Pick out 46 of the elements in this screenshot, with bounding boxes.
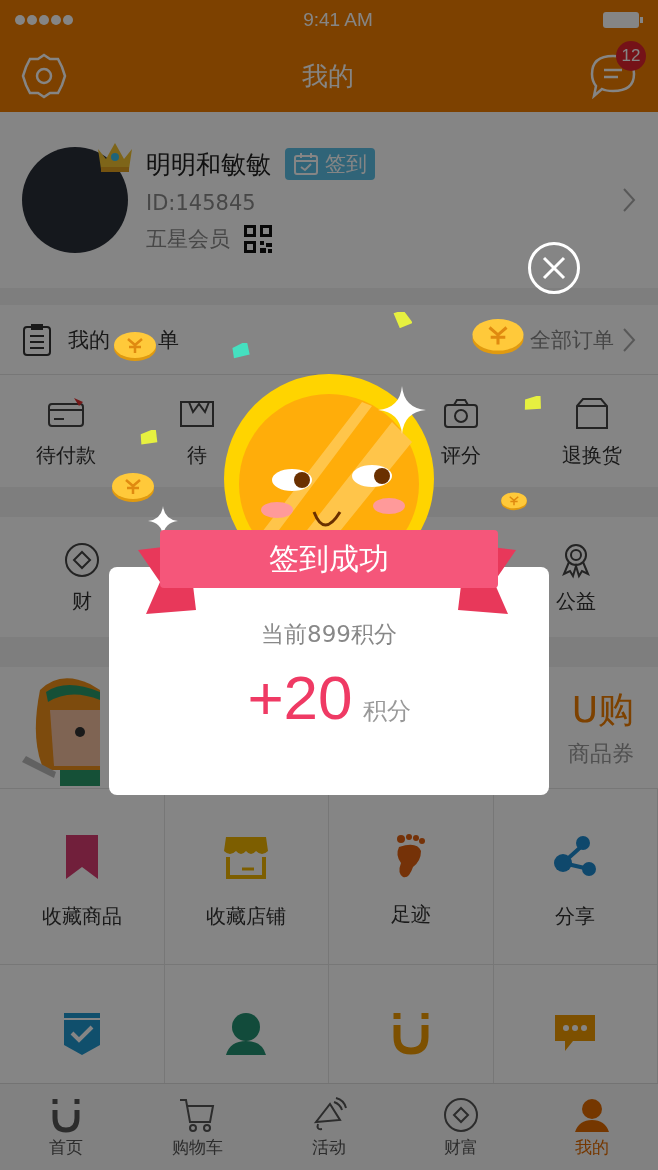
tab-bar-item[interactable]: 财富	[394, 1084, 527, 1170]
confetti-icon	[232, 343, 252, 359]
tile-label: 收藏商品	[41, 903, 122, 930]
tile-label: 足迹	[390, 901, 431, 928]
chevron-right-icon[interactable]	[622, 187, 636, 213]
current-points: 当前899积分	[261, 620, 397, 649]
all-orders-link[interactable]: 全部订单	[530, 325, 614, 354]
success-banner: 签到成功	[160, 530, 498, 588]
order-status-label[interactable]: 待	[187, 441, 208, 469]
coin-icon	[500, 490, 528, 512]
orders-title: 单	[158, 326, 179, 354]
confetti-icon	[524, 396, 544, 412]
user-id: ID:145845	[146, 190, 257, 215]
message-count-badge: 12	[616, 41, 646, 71]
footprint-icon	[394, 833, 427, 879]
battery-icon	[602, 11, 644, 29]
qr-code-icon[interactable]	[244, 224, 272, 253]
points-unit: 积分	[362, 696, 411, 727]
status-time: 9:41 AM	[303, 9, 373, 31]
coin-icon	[110, 470, 156, 504]
close-icon	[541, 255, 567, 281]
tab-bar-item[interactable]: 首页	[0, 1084, 132, 1170]
calendar-check-icon	[293, 152, 319, 176]
service-label[interactable]: 财	[72, 587, 93, 615]
member-level: 五星会员	[146, 225, 230, 253]
tab-bar-item[interactable]: 购物车	[131, 1084, 264, 1170]
clipboard-icon	[22, 322, 52, 357]
points-gained: +20	[247, 662, 353, 733]
close-button[interactable]	[528, 242, 580, 294]
chevron-right-icon[interactable]	[622, 326, 636, 353]
order-status-label[interactable]: 待付款	[35, 441, 96, 469]
page-title: 我的	[302, 59, 354, 93]
confetti-icon	[392, 312, 412, 328]
user-name: 明明和敏敏	[146, 148, 271, 181]
confetti-icon	[140, 430, 160, 446]
orders-title: 我的	[68, 326, 110, 354]
tile-label: 收藏店铺	[206, 903, 287, 930]
settings-button[interactable]	[20, 52, 68, 100]
tab-bar-item[interactable]: 我的	[526, 1084, 658, 1170]
order-status-label[interactable]: 退换货	[562, 441, 623, 469]
order-status-label[interactable]: 评分	[440, 441, 481, 469]
service-label[interactable]: 公益	[555, 587, 596, 615]
signal-icon	[14, 14, 74, 26]
tile-label: 分享	[555, 903, 596, 930]
settings-icon	[20, 52, 68, 100]
tab-bar-item[interactable]: 活动	[263, 1084, 395, 1170]
